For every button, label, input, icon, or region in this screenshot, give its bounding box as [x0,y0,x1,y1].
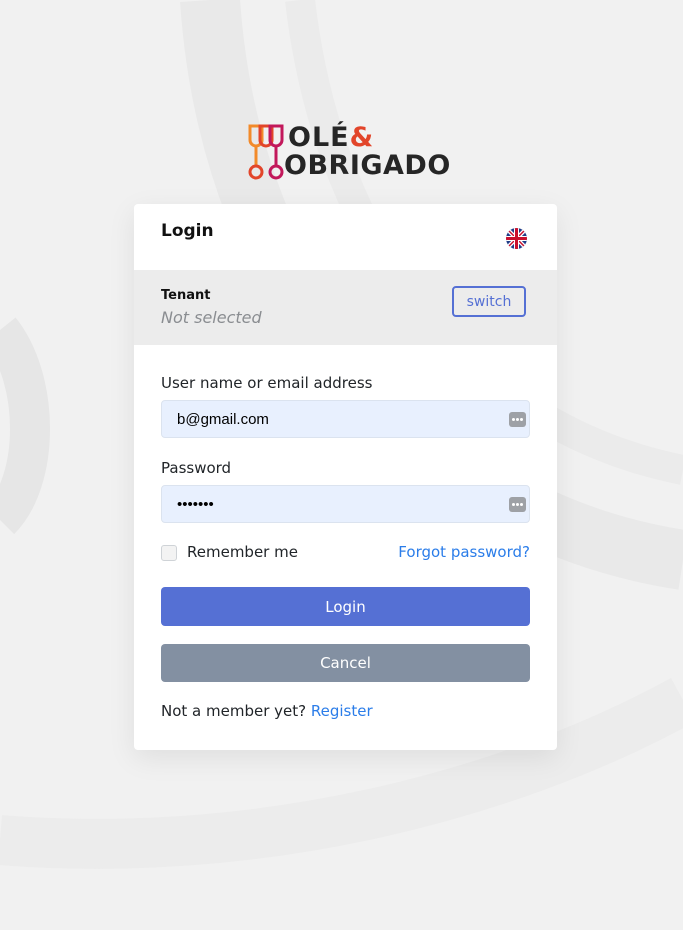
uk-flag-icon [506,228,527,249]
tenant-panel: Tenant Not selected switch [134,270,557,345]
username-input[interactable] [161,400,530,438]
register-prompt: Not a member yet? Register [161,702,373,720]
cancel-button[interactable]: Cancel [161,644,530,682]
switch-tenant-button[interactable]: switch [452,286,526,317]
tenant-value: Not selected [161,308,262,327]
password-manager-icon[interactable] [509,412,526,427]
password-label: Password [161,459,232,477]
login-title: Login [161,221,214,241]
wine-glasses-icon [248,124,284,180]
brand-name-line2: OBRIGADO [284,150,451,181]
language-selector[interactable] [506,228,527,249]
brand-ampersand: & [349,122,375,153]
card-header: Login [134,204,557,270]
not-member-text: Not a member yet? [161,702,307,720]
forgot-password-link[interactable]: Forgot password? [398,543,530,561]
tenant-label: Tenant [161,288,211,303]
brand-name-line1: OLÉ& [288,122,375,153]
login-card: Login Tenant Not selected switch User na… [134,204,557,750]
password-manager-icon[interactable] [509,497,526,512]
username-label: User name or email address [161,374,373,392]
register-link[interactable]: Register [311,702,373,720]
brand-logo: OLÉ& OBRIGADO [246,122,456,184]
password-input[interactable] [161,485,530,523]
login-button[interactable]: Login [161,587,530,626]
remember-me-checkbox[interactable] [161,545,177,561]
remember-me-label: Remember me [187,543,298,561]
